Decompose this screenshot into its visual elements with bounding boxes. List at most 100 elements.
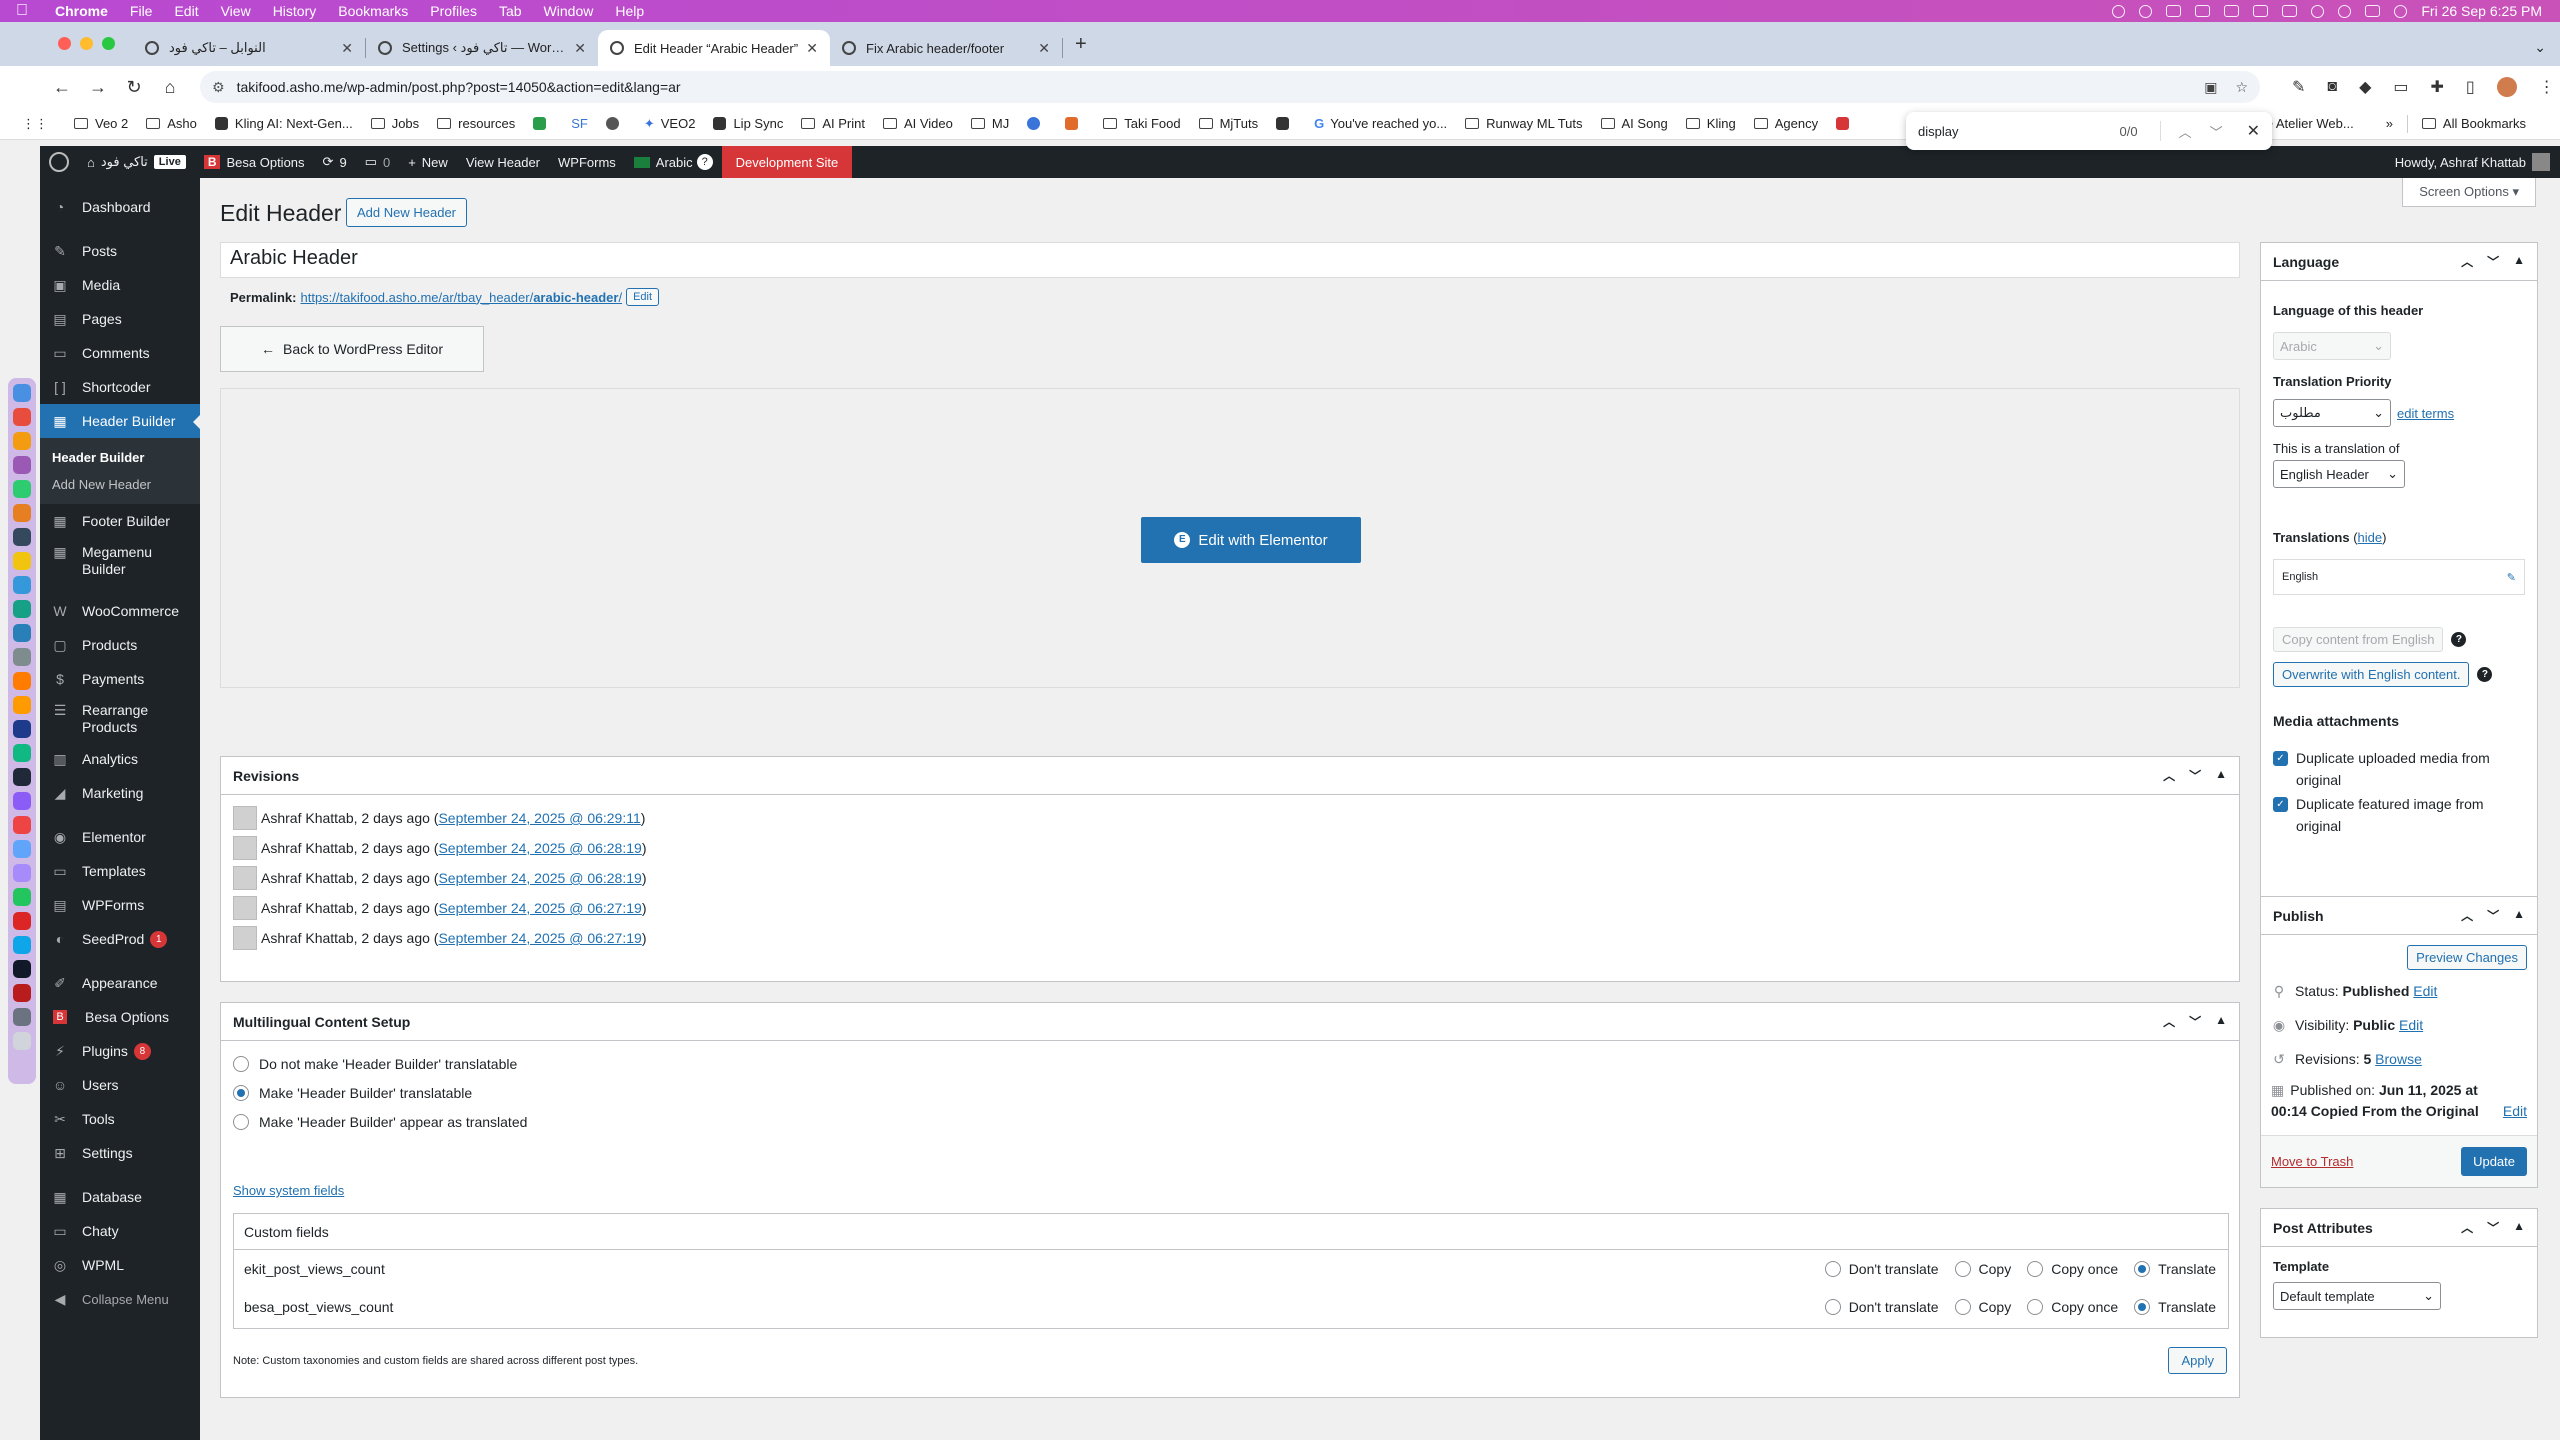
sidebar-item-besa-options[interactable]: B Besa Options [40, 1000, 200, 1034]
menu-edit[interactable]: Edit [163, 3, 209, 19]
sidebar-item-chaty[interactable]: ▭ Chaty [40, 1214, 200, 1248]
permalink-edit-button[interactable]: Edit [626, 288, 660, 306]
revisions-header[interactable]: Revisions ︿ ﹀ ▲ [221, 757, 2239, 795]
new-content-menu[interactable]: + New [399, 146, 457, 178]
toggle-panel-icon[interactable]: ▲ [2513, 1219, 2525, 1236]
trash-icon[interactable] [13, 1032, 31, 1050]
move-up-icon[interactable]: ︿ [2163, 767, 2175, 784]
bookmark-link[interactable] [605, 117, 626, 130]
menu-help[interactable]: Help [604, 3, 655, 19]
sidebar-item-wpml[interactable]: ◎ WPML [40, 1248, 200, 1282]
bookmark-folder[interactable]: AI Song [1600, 116, 1668, 131]
field-option-dont-translate[interactable]: Don't translate [1824, 1261, 1939, 1277]
move-down-icon[interactable]: ﹀ [2487, 253, 2499, 270]
wpforms-menu[interactable]: WPForms [549, 146, 625, 178]
sidebar-item-elementor[interactable]: ◉ Elementor [40, 820, 200, 854]
bluetooth-icon[interactable] [2253, 5, 2269, 17]
hide-translations-link[interactable]: hide [2358, 530, 2383, 545]
new-tab-button[interactable]: + [1063, 33, 1099, 66]
siri-icon[interactable] [2394, 4, 2408, 18]
sidebar-item-rearrange-products[interactable]: ☰ Rearrange Products [40, 696, 200, 742]
app-icon[interactable] [13, 1008, 31, 1026]
bookmark-link[interactable]: SF [571, 116, 588, 131]
sidebar-item-settings[interactable]: ⊞ Settings [40, 1136, 200, 1170]
field-option-translate[interactable]: Translate [2134, 1299, 2216, 1315]
field-option-copy-once[interactable]: Copy once [2027, 1261, 2118, 1277]
browser-tab[interactable]: Fix Arabic header/footer ✕ [830, 30, 1062, 66]
sidebar-item-analytics[interactable]: ▥ Analytics [40, 742, 200, 776]
revision-link[interactable]: September 24, 2025 @ 06:27:19 [438, 900, 641, 916]
language-box-header[interactable]: Language ︿ ﹀ ▲ [2261, 243, 2537, 281]
reload-icon[interactable]: ↻ [116, 77, 152, 98]
translation-of-select[interactable]: English Header ⌄ [2273, 460, 2405, 488]
bookmark-folder[interactable]: Veo 2 [74, 116, 128, 131]
bookmark-folder[interactable]: Runway ML Tuts [1465, 116, 1583, 131]
copy-content-button[interactable]: Copy content from English [2273, 627, 2444, 652]
update-button[interactable]: Update [2461, 1147, 2527, 1176]
illustrator-icon[interactable] [13, 672, 31, 690]
extension-camera-icon[interactable]: ◙ [2327, 78, 2337, 96]
submenu-header-builder[interactable]: Header Builder [40, 444, 200, 471]
apply-button[interactable]: Apply [2168, 1347, 2227, 1374]
sidebar-item-media[interactable]: ▣ Media [40, 268, 200, 302]
add-new-header-button[interactable]: Add New Header [346, 198, 467, 227]
control-center-icon[interactable] [2365, 5, 2381, 17]
wifi-icon[interactable] [2311, 4, 2325, 18]
sidebar-item-comments[interactable]: ▭ Comments [40, 336, 200, 370]
sidebar-item-appearance[interactable]: ✐ Appearance [40, 966, 200, 1000]
app-icon[interactable] [13, 768, 31, 786]
permalink-link[interactable]: https://takifood.asho.me/ar/tbay_header/… [300, 290, 622, 305]
sidebar-item-wpforms[interactable]: ▤ WPForms [40, 888, 200, 922]
app-menu[interactable]: Chrome [44, 3, 119, 19]
help-icon[interactable]: ? [2451, 632, 2467, 647]
development-site-badge[interactable]: Development Site [721, 146, 853, 178]
bookmark-link[interactable]: G You've reached yo... [1314, 116, 1447, 131]
app-icon[interactable] [13, 696, 31, 714]
bookmark-folder[interactable]: Agency [1753, 116, 1818, 131]
safari-icon[interactable] [13, 840, 31, 858]
collapse-menu-button[interactable]: ◀ Collapse Menu [40, 1282, 200, 1316]
sidebar-item-seedprod[interactable]: ◐ SeedProd 1 [40, 922, 200, 956]
radio-button-checked[interactable] [233, 1084, 249, 1101]
extension-figma-icon[interactable]: ◆ [2359, 77, 2371, 97]
find-input[interactable]: display [1918, 124, 2119, 139]
browser-tab-active[interactable]: Edit Header “Arabic Header” ✕ [598, 30, 830, 66]
edit-visibility-link[interactable]: Edit [2399, 1017, 2423, 1033]
bookmark-link[interactable] [1836, 117, 1856, 130]
app-icon[interactable] [13, 456, 31, 474]
translation-mode-option[interactable]: Make 'Header Builder' translatable [221, 1078, 2239, 1107]
clipboard-icon[interactable] [2166, 5, 2182, 17]
bookmark-folder[interactable]: AI Print [801, 116, 865, 131]
sidebar-item-pages[interactable]: ▤ Pages [40, 302, 200, 336]
x-icon[interactable] [13, 960, 31, 978]
toggle-panel-icon[interactable]: ▲ [2513, 253, 2525, 270]
app-icon[interactable] [13, 432, 31, 450]
toggle-panel-icon[interactable]: ▲ [2513, 907, 2525, 924]
app-icon[interactable] [13, 408, 31, 426]
help-icon[interactable]: ? [2477, 667, 2493, 682]
site-info-icon[interactable]: ⚙ [212, 79, 225, 96]
move-up-icon[interactable]: ︿ [2461, 253, 2473, 270]
edit-date-link[interactable]: Edit [2503, 1101, 2527, 1122]
radio-button[interactable] [233, 1113, 249, 1130]
bookmark-folder[interactable]: resources [437, 116, 515, 131]
checkbox-checked[interactable]: ✓ [2273, 751, 2288, 766]
pencil-icon[interactable]: ✎ [2507, 571, 2516, 584]
spotlight-icon[interactable] [2338, 4, 2352, 18]
translation-mode-option[interactable]: Do not make 'Header Builder' translatabl… [221, 1049, 2239, 1078]
bookmark-folder[interactable]: Kling [1685, 116, 1736, 131]
revision-link[interactable]: September 24, 2025 @ 06:28:19 [438, 840, 641, 856]
edit-terms-link[interactable]: edit terms [2397, 406, 2454, 421]
browser-tab[interactable]: النوابل – تاكي فود ✕ [133, 30, 365, 66]
view-header-link[interactable]: View Header [457, 146, 549, 178]
app-icon[interactable] [13, 864, 31, 882]
app-a-icon[interactable] [2224, 5, 2240, 17]
sidebar-item-database[interactable]: ▦ Database [40, 1180, 200, 1214]
extension-screen-icon[interactable]: ▭ [2393, 77, 2408, 97]
back-to-wordpress-editor-button[interactable]: ← Back to WordPress Editor [220, 326, 484, 372]
revision-link[interactable]: September 24, 2025 @ 06:29:11 [438, 810, 640, 826]
chrome-icon[interactable] [13, 888, 31, 906]
bookmark-folder[interactable]: MjTuts [1198, 116, 1258, 131]
field-option-dont-translate[interactable]: Don't translate [1824, 1299, 1939, 1315]
app-icon[interactable] [13, 480, 31, 498]
